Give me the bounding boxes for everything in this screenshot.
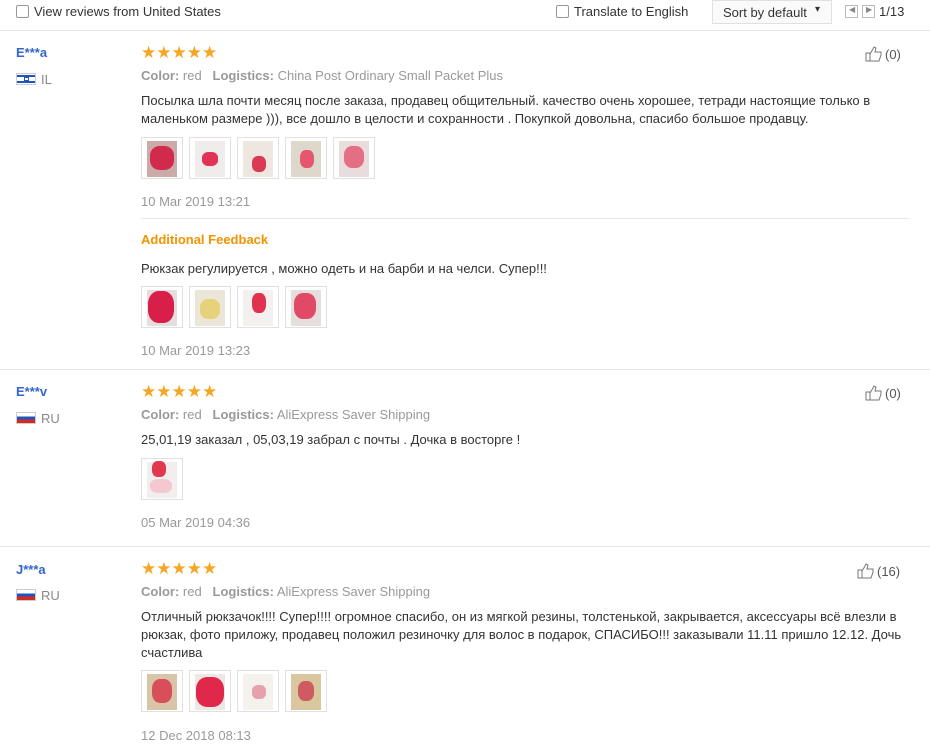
review-photo[interactable] — [189, 286, 231, 328]
view-reviews-us-checkbox[interactable] — [16, 5, 29, 18]
review-photos — [141, 458, 183, 500]
review-photos — [141, 137, 375, 179]
review-date: 12 Dec 2018 08:13 — [141, 728, 251, 743]
reviewer-name: J***a — [16, 562, 46, 577]
chevron-down-icon: ▾ — [815, 4, 821, 15]
country-flag-il — [16, 73, 36, 85]
sort-dropdown[interactable]: Sort by default ▾ — [712, 0, 832, 24]
helpful-count: (0) — [885, 386, 901, 401]
next-page-button[interactable]: ▶ — [862, 5, 875, 18]
color-value: red — [182, 584, 202, 599]
sort-dropdown-label: Sort by default — [723, 5, 807, 20]
divider — [141, 218, 909, 219]
review-meta: Color: red Logistics: AliExpress Saver S… — [141, 584, 430, 599]
translate-checkbox[interactable] — [556, 5, 569, 18]
country-flag-ru — [16, 589, 36, 601]
review-divider — [0, 369, 930, 370]
additional-feedback-label: Additional Feedback — [141, 232, 269, 247]
review-text: Посылка шла почти месяц после заказа, пр… — [141, 93, 871, 126]
arrow-right-icon: ▶ — [866, 5, 873, 14]
review-photo[interactable] — [285, 670, 327, 712]
review-photo[interactable] — [189, 670, 231, 712]
logistics-key: Logistics: — [212, 407, 274, 422]
logistics-key: Logistics: — [212, 68, 274, 83]
reviewer-country: RU — [41, 411, 60, 426]
reviewer-country: RU — [41, 588, 60, 603]
thumbs-up-icon — [865, 385, 882, 401]
thumbs-up-icon — [865, 46, 882, 62]
review-photo[interactable] — [141, 137, 183, 179]
color-key: Color: — [141, 68, 180, 83]
logistics-value: China Post Ordinary Small Packet Plus — [277, 68, 504, 83]
helpful-count: (16) — [877, 564, 901, 579]
review-photo[interactable] — [285, 286, 327, 328]
helpful-button[interactable]: (0) — [865, 46, 901, 62]
helpful-button[interactable]: (16) — [857, 563, 900, 579]
review-photo[interactable] — [141, 458, 183, 500]
review-photo[interactable] — [141, 670, 183, 712]
reviewer-name: E***v — [16, 384, 48, 399]
additional-feedback-photos — [141, 286, 327, 328]
reviewer-country: IL — [41, 72, 52, 87]
review-text: 25,01,19 заказал , 05,03,19 забрал с поч… — [141, 432, 521, 447]
additional-feedback-date: 10 Mar 2019 13:23 — [141, 343, 251, 358]
color-key: Color: — [141, 584, 180, 599]
helpful-button[interactable]: (0) — [865, 385, 901, 401]
additional-feedback-text: Рюкзак регулируется , можно одеть и на б… — [141, 261, 547, 276]
rating-stars: ★★★★★ — [141, 43, 218, 62]
color-value: red — [182, 407, 202, 422]
review-date: 05 Mar 2019 04:36 — [141, 515, 251, 530]
review-photo[interactable] — [285, 137, 327, 179]
helpful-count: (0) — [885, 47, 901, 62]
page-indicator: 1/13 — [879, 4, 905, 19]
logistics-value: AliExpress Saver Shipping — [276, 407, 431, 422]
rating-stars: ★★★★★ — [141, 559, 218, 578]
review-toolbar: View reviews from United States Translat… — [0, 0, 930, 31]
rating-stars: ★★★★★ — [141, 382, 218, 401]
review-meta: Color: red Logistics: China Post Ordinar… — [141, 68, 503, 83]
review-meta: Color: red Logistics: AliExpress Saver S… — [141, 407, 430, 422]
translate-label[interactable]: Translate to English — [574, 4, 688, 19]
review-photo[interactable] — [333, 137, 375, 179]
view-reviews-us-label[interactable]: View reviews from United States — [34, 4, 221, 19]
review-photo[interactable] — [237, 137, 279, 179]
review-date: 10 Mar 2019 13:21 — [141, 194, 251, 209]
logistics-value: AliExpress Saver Shipping — [276, 584, 431, 599]
review-divider — [0, 546, 930, 547]
review-photo[interactable] — [189, 137, 231, 179]
color-key: Color: — [141, 407, 180, 422]
review-photo[interactable] — [237, 670, 279, 712]
review-photos — [141, 670, 327, 712]
review-photo[interactable] — [141, 286, 183, 328]
reviewer-name: E***a — [16, 45, 48, 60]
arrow-left-icon: ◀ — [849, 5, 856, 14]
prev-page-button[interactable]: ◀ — [845, 5, 858, 18]
review-text: Отличный рюкзачок!!!! Супер!!!! огромное… — [141, 609, 902, 660]
country-flag-ru — [16, 412, 36, 424]
logistics-key: Logistics: — [212, 584, 274, 599]
color-value: red — [182, 68, 202, 83]
thumbs-up-icon — [857, 563, 874, 579]
review-photo[interactable] — [237, 286, 279, 328]
